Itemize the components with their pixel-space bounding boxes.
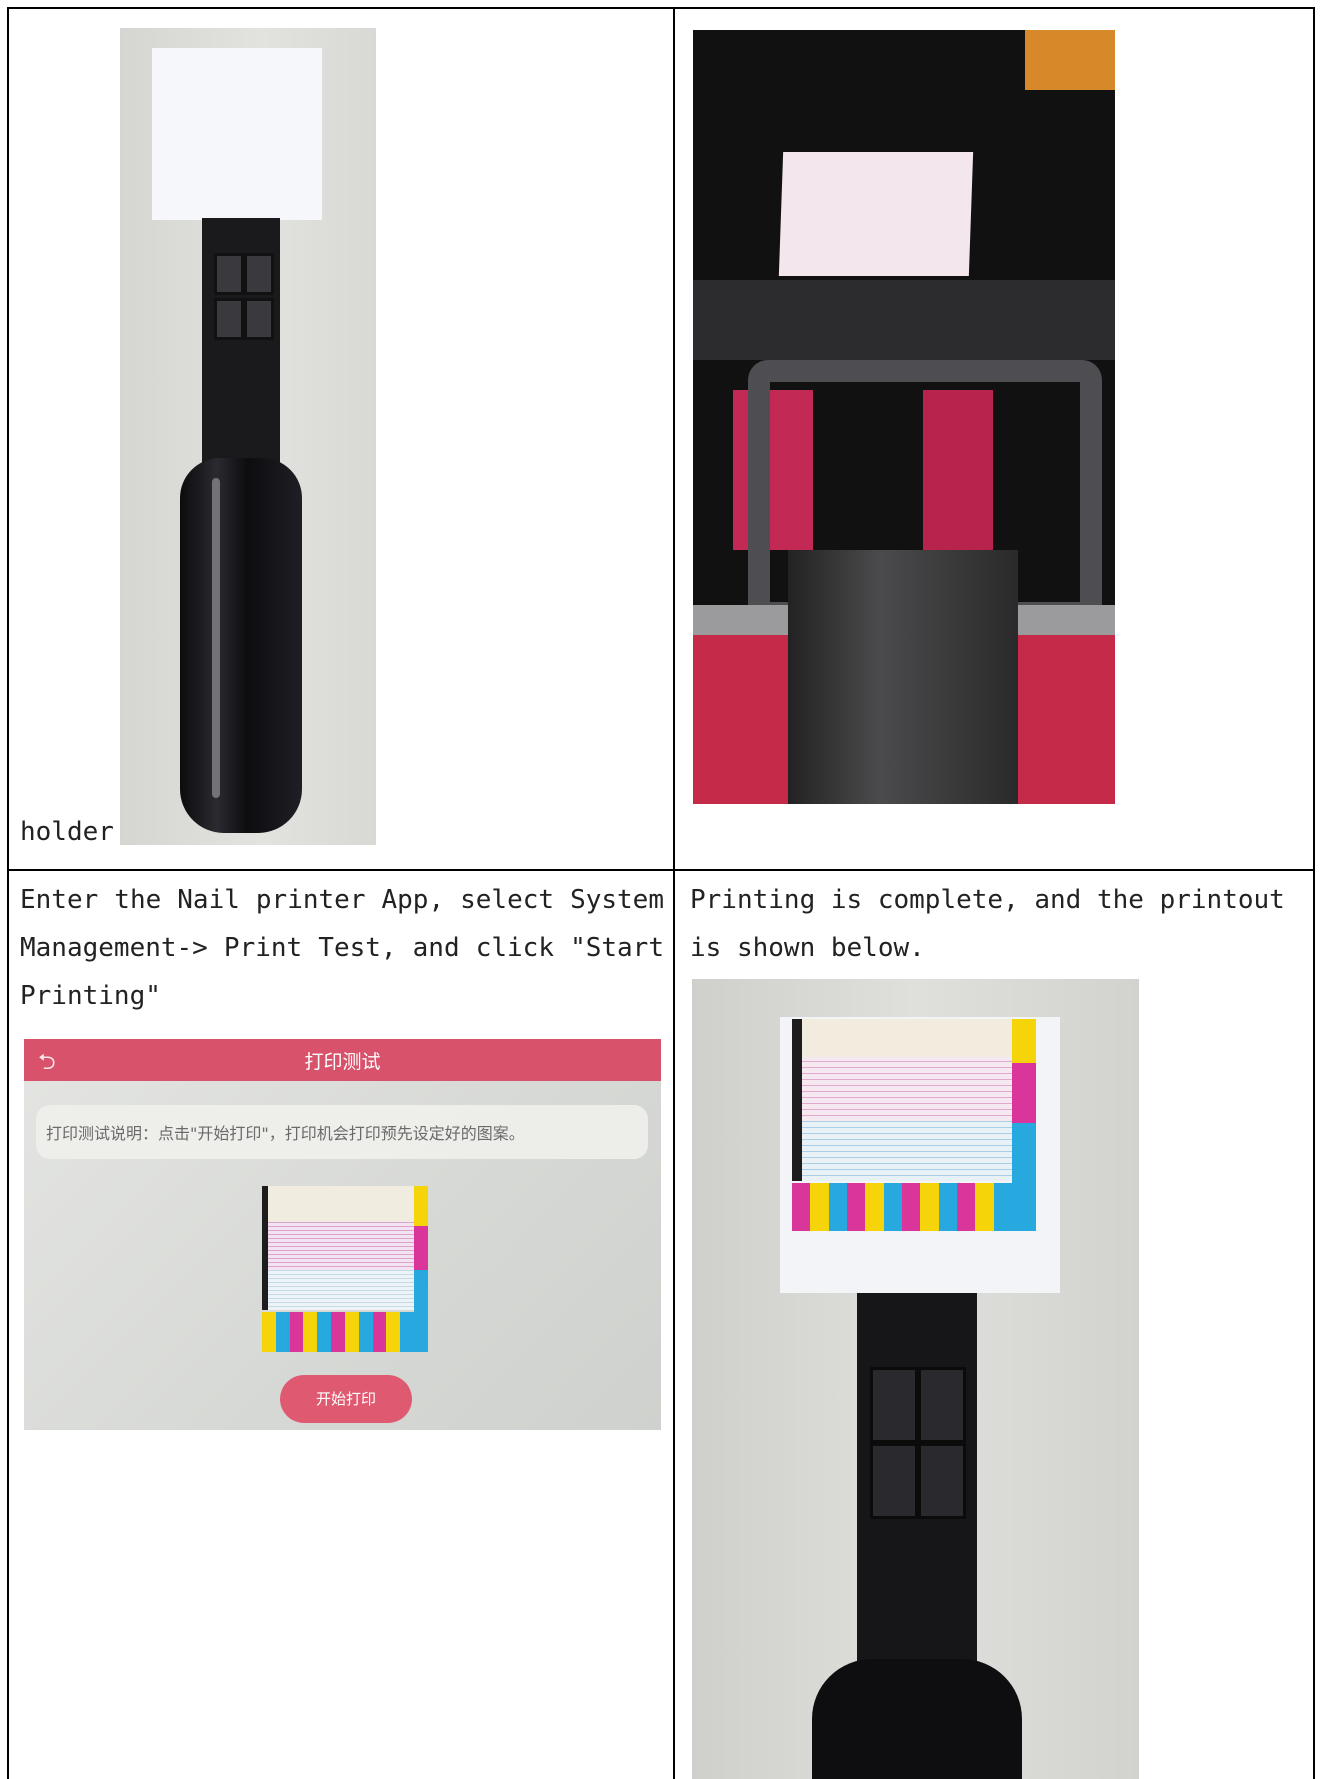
instruction-text: Enter the Nail printer App, select Syste… xyxy=(20,885,680,1011)
document-page: holder Enter the Nail printer App, selec… xyxy=(0,0,1322,1779)
holder-handle xyxy=(812,1659,1022,1779)
print-test-notice: 打印测试说明：点击"开始打印"，打印机会打印预先设定好的图案。 xyxy=(36,1105,648,1159)
table-border-top xyxy=(7,7,1315,9)
test-pattern-preview xyxy=(262,1186,428,1352)
app-print-test-screenshot: ⮌ 打印测试 打印测试说明：点击"开始打印"，打印机会打印预先设定好的图案。 开… xyxy=(24,1039,661,1430)
table-border-right xyxy=(1313,7,1315,1779)
holder-handle xyxy=(180,458,302,833)
notice-text: 打印测试说明：点击"开始打印"，打印机会打印预先设定好的图案。 xyxy=(46,1124,525,1143)
nail-card-in-printer xyxy=(778,152,974,276)
table-border-left xyxy=(7,7,9,1779)
blank-nail-card xyxy=(152,48,322,220)
printed-test-pattern xyxy=(792,1019,1036,1231)
holder-arm xyxy=(788,550,1018,804)
result-text: Printing is complete, and the printout i… xyxy=(690,885,1301,963)
app-title: 打印测试 xyxy=(304,1051,381,1073)
holder-caption: holder xyxy=(20,817,114,847)
holder-photo xyxy=(120,28,376,845)
printer-insertion-photo xyxy=(693,30,1115,804)
printout-photo xyxy=(692,979,1139,1779)
table-row-divider xyxy=(7,869,1315,871)
start-printing-button[interactable]: 开始打印 xyxy=(280,1375,412,1423)
